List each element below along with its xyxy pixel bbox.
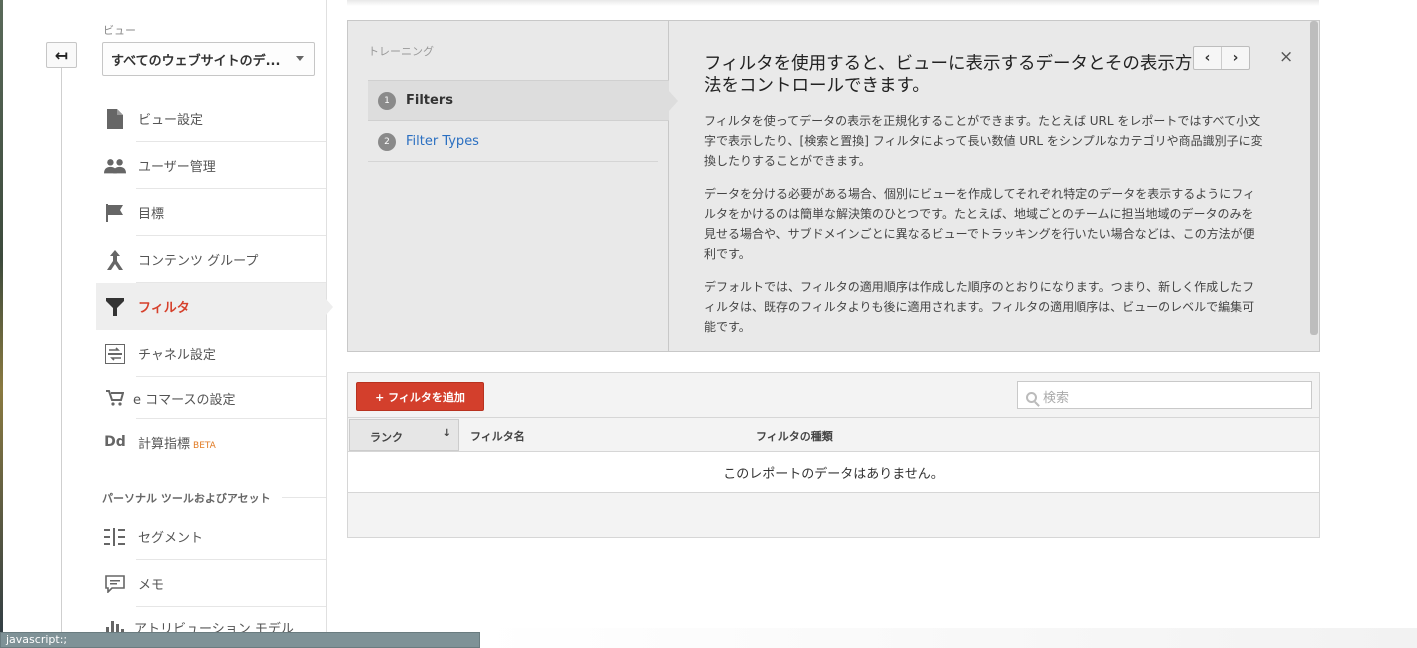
header-shadow [347, 0, 1319, 6]
sidebar-item-label-wrap: 計算指標 BETA [138, 433, 216, 452]
empty-message: このレポートのデータはありません。 [348, 452, 1319, 493]
browser-edge [0, 0, 3, 648]
calculated-metric-icon: Dd [104, 434, 126, 450]
next-button[interactable]: › [1221, 47, 1249, 69]
sidebar-item-label: チャネル設定 [138, 348, 216, 363]
add-filter-button[interactable]: + フィルタを追加 [356, 382, 484, 411]
status-bar: javascript:; [0, 632, 480, 648]
sidebar-item-label: セグメント [138, 531, 204, 546]
chevron-down-icon [296, 56, 304, 61]
training-content: フィルタを使用すると、ビューに表示するデータとその表示方法をコントロールできます… [670, 21, 1310, 351]
training-step-filter-types[interactable]: 2 Filter Types [368, 121, 669, 162]
search-placeholder: 検索 [1043, 391, 1070, 406]
sidebar-item-label: 目標 [138, 207, 165, 222]
sidebar-item-view-settings[interactable]: ビュー設定 [96, 95, 326, 142]
sidebar-item-calculated-metrics[interactable]: Dd 計算指標 BETA [96, 419, 326, 465]
filters-table: + フィルタを追加 検索 ランク ↓ フィルタ名 フィルタの種類 このレポートの… [347, 372, 1320, 538]
content-group-icon [104, 249, 126, 271]
training-heading: フィルタを使用すると、ビューに表示するデータとその表示方法をコントロールできます… [704, 54, 1193, 96]
close-icon[interactable]: × [1279, 47, 1293, 67]
step-number: 1 [378, 91, 396, 110]
sidebar-item-ecommerce[interactable]: e コマースの設定 [96, 377, 326, 419]
sidebar-item-label: ユーザー管理 [138, 160, 216, 175]
sidebar-item-annotations[interactable]: メモ [96, 560, 326, 607]
filter-icon [104, 296, 126, 318]
sidebar-item-label: 計算指標 [138, 436, 191, 452]
cart-icon [104, 387, 126, 409]
training-paragraph: データを分ける必要がある場合、個別にビューを作成してそれぞれ特定のデータを表示す… [704, 187, 1256, 261]
prev-button[interactable]: ‹ [1194, 47, 1221, 69]
step-divider [368, 161, 658, 162]
flag-icon [104, 202, 126, 224]
sidebar-border [326, 0, 327, 648]
sidebar-item-user-management[interactable]: ユーザー管理 [96, 142, 326, 189]
users-icon [104, 155, 126, 177]
view-selector[interactable]: すべてのウェブサイトのデ... [102, 42, 315, 76]
sidebar-item-filters[interactable]: フィルタ [96, 283, 326, 330]
section-heading: パーソナル ツールおよびアセット [102, 492, 271, 505]
column-label: ランク [370, 431, 403, 444]
sidebar-item-segments[interactable]: セグメント [96, 513, 326, 560]
tree-line [61, 64, 62, 648]
beta-badge: BETA [193, 440, 216, 451]
step-label: Filter Types [406, 134, 479, 149]
sidebar-item-goals[interactable]: 目標 [96, 189, 326, 236]
training-paragraph: デフォルトでは、フィルタの適用順序は作成した順序のとおりになります。つまり、新し… [704, 280, 1255, 334]
view-selected-value: すべてのウェブサイトのデ... [111, 54, 281, 69]
training-title: トレーニング [368, 45, 434, 58]
active-pointer [326, 299, 333, 315]
column-header-filter-name[interactable]: フィルタ名 [470, 428, 525, 444]
training-steps: トレーニング 1 Filters 2 Filter Types [348, 21, 669, 351]
view-label: ビュー [103, 24, 136, 37]
column-header-filter-type[interactable]: フィルタの種類 [756, 428, 833, 444]
back-arrow-icon: ↤ [54, 45, 69, 65]
note-icon [104, 573, 126, 595]
training-step-filters[interactable]: 1 Filters [368, 80, 669, 121]
sidebar-item-label: メモ [138, 578, 165, 593]
training-pager: ‹ › [1193, 46, 1250, 70]
sidebar-item-label: e コマースの設定 [133, 392, 236, 408]
section-divider [282, 497, 326, 498]
scrollbar-thumb[interactable] [1310, 21, 1318, 335]
channel-icon [104, 343, 126, 365]
table-header: ランク ↓ フィルタ名 フィルタの種類 [348, 417, 1319, 452]
segment-icon [104, 526, 126, 548]
sidebar-item-channel-settings[interactable]: チャネル設定 [96, 330, 326, 377]
training-panel: トレーニング 1 Filters 2 Filter Types フィルタを使用す… [347, 20, 1320, 352]
sidebar-item-label: ビュー設定 [138, 113, 204, 128]
sort-down-icon: ↓ [442, 428, 451, 439]
column-header-rank[interactable]: ランク ↓ [349, 419, 459, 451]
sidebar-item-content-grouping[interactable]: コンテンツ グループ [96, 236, 326, 283]
training-paragraph: フィルタを使ってデータの表示を正規化することができます。たとえば URL をレポ… [704, 114, 1263, 168]
document-icon [104, 108, 126, 130]
search-input[interactable]: 検索 [1017, 381, 1312, 409]
bottom-fade [480, 628, 1417, 648]
sidebar-item-label: コンテンツ グループ [138, 254, 259, 269]
step-label: Filters [406, 93, 453, 108]
sidebar-item-label: フィルタ [138, 301, 190, 316]
back-button[interactable]: ↤ [46, 42, 77, 68]
step-number: 2 [378, 132, 396, 151]
search-icon [1026, 392, 1037, 403]
